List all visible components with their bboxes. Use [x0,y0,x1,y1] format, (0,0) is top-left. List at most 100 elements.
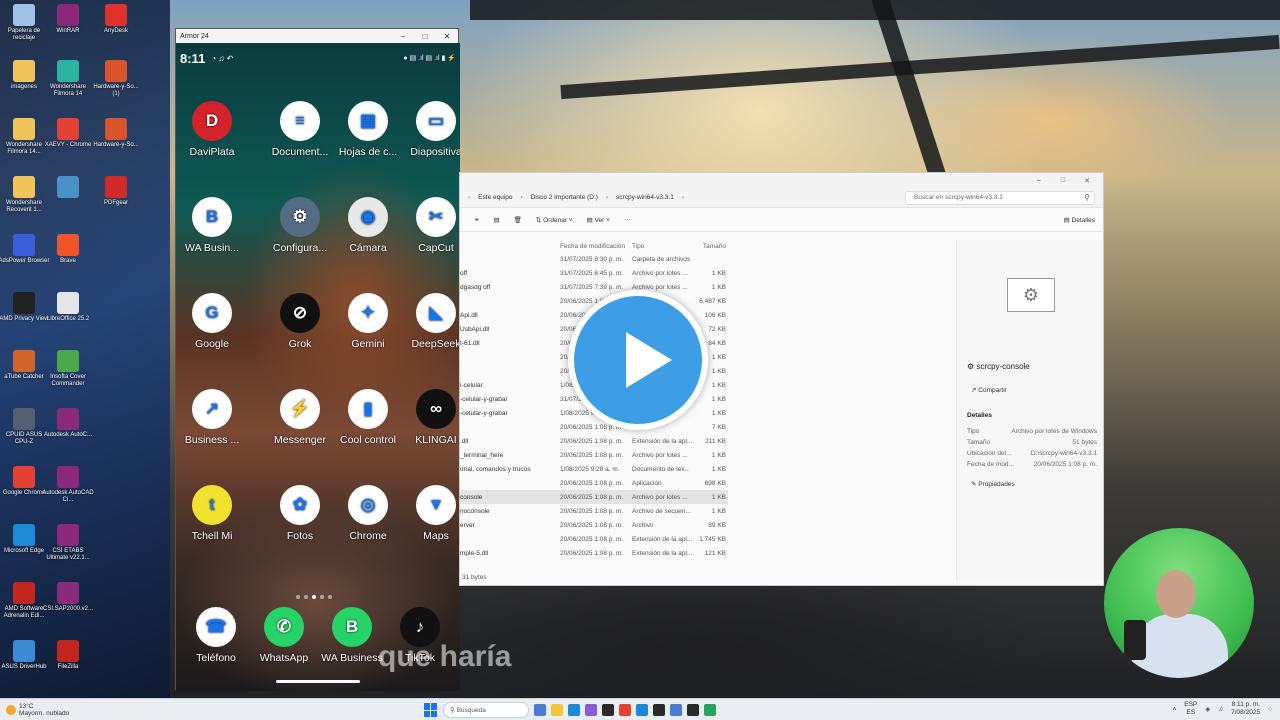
notification-bell-icon[interactable]: ○ [1268,706,1272,713]
video-play-button[interactable] [568,290,708,430]
file-row[interactable]: 20/06/2025 1:08 p. m. Aplicación 698 KB [460,476,728,490]
app-capcut[interactable]: ✂ CapCut [400,197,460,254]
app-deepseek[interactable]: ◣ DeepSeek [400,293,460,350]
app-c-mara[interactable]: ◉ Cámara [332,197,404,254]
app-document[interactable]: ≡ Document... [264,101,336,158]
file-row[interactable]: 31/07/2025 8:30 p. m. Carpeta de archivos [460,252,728,266]
taskbar-app-icon[interactable] [670,704,682,716]
taskbar-app-icon[interactable] [602,704,614,716]
taskbar-app-icon[interactable] [636,704,648,716]
desktop-icon-winrar-1[interactable]: WinRAR [42,4,94,35]
app-configura[interactable]: ⚙ Configura... [264,197,336,254]
desktop-icon-xaevy-chrome-7[interactable]: XAEVY - Chrome [42,118,94,149]
language-indicator[interactable]: ESP ES [1184,701,1197,717]
column-type-header[interactable]: Tipo [632,243,692,250]
file-row[interactable]: 20/06/2025 1:08 p. m. Extensión de la apl… [460,532,728,546]
file-explorer-window[interactable]: – □ ✕ › Este equipo › Disco 2 Importante… [459,172,1104,586]
file-row[interactable]: 20/06/2025 1:08 p. m. 7 KB [460,420,728,434]
maximize-icon[interactable]: □ [414,32,436,41]
search-input[interactable]: Buscar en scrcpy-win64-v3.3.1 ⚲ [905,190,1095,205]
desktop-icon-filezilla-27[interactable]: FileZilla [42,640,94,671]
close-icon[interactable]: ✕ [1075,177,1099,185]
app-tchell-mi[interactable]: t Tchell Mi [176,485,248,542]
close-icon[interactable]: ✕ [436,32,458,41]
phone-home-screen[interactable]: 8:11 ◔ ♫ ↶ ● ▤ .ıl ▤ .ıl ▮ ⚡ D DaviPlata ≡… [176,43,460,691]
desktop-icon-pdfgear-11[interactable]: PDFgear [90,176,142,207]
taskbar-app-icon[interactable] [687,704,699,716]
rename-icon[interactable]: ▤ [493,216,499,224]
breadcrumb-this-pc[interactable]: Este equipo [478,194,512,201]
app-cool-control[interactable]: ▮ Cool control [332,389,404,446]
desktop-icon-wondershare-filmora-14-4[interactable]: Wondershare Filmora 14 [42,60,94,98]
taskbar-clock[interactable]: 8:11 p. m. 7/08/2025 [1231,701,1260,717]
dock-app-tel-fono[interactable]: ☎ Teléfono [180,607,252,664]
desktop-icon-item-10[interactable] [42,176,94,200]
breadcrumb-drive[interactable]: Disco 2 Importante (D:) [531,194,598,201]
delete-icon[interactable]: 🗑 [514,216,522,224]
minimize-icon[interactable]: – [392,32,414,41]
windows-start-icon[interactable] [424,703,438,717]
app-daviplata[interactable]: D DaviPlata [176,101,248,158]
desktop-icon-autodesk-autoc-19[interactable]: Autodesk AutoC... [42,408,94,439]
taskbar-search[interactable]: ⚲ Búsqueda [443,702,529,718]
app-gemini[interactable]: ✦ Gemini [332,293,404,350]
explorer-titlebar[interactable]: – □ ✕ [460,173,1103,188]
taskbar-app-icon[interactable] [653,704,665,716]
file-row[interactable]: off 31/07/2025 6:45 p. m. Archivo por lote… [460,266,728,280]
file-row[interactable]: console 20/06/2025 1:08 p. m. Archivo por … [460,490,728,504]
weather-widget[interactable]: 13°C Mayorm. nublado [0,703,120,717]
desktop-icon-insofta-cover-commander-17[interactable]: Insofta Cover Commander [42,350,94,388]
file-row[interactable]: erver 20/06/2025 1:08 p. m. Archivo 89 KB [460,518,728,532]
desktop-icon-hardware-y-so-1-5[interactable]: Hardware-y-So... (1) [90,60,142,98]
taskbar-app-icon[interactable] [619,704,631,716]
file-row[interactable]: noconsole 20/06/2025 1:08 p. m. Archivo de… [460,504,728,518]
share-toolbar-icon[interactable]: ⚭ [474,216,479,224]
app-business[interactable]: ↗ Business ... [176,389,248,446]
desktop-icon-brave-13[interactable]: Brave [42,234,94,265]
desktop-icon-csi-etabs-ultimate-v22-1-23[interactable]: CSI ETABS Ultimate v22.1... [42,524,94,562]
sort-button[interactable]: ⇅ Ordenar ˅ [536,216,573,224]
wifi-icon[interactable]: ◈ [1205,705,1210,713]
phone-window-titlebar[interactable]: Armor 24 – □ ✕ [176,29,458,43]
app-grok[interactable]: ⊘ Grok [264,293,336,350]
taskbar-app-icon[interactable] [551,704,563,716]
app-klingai[interactable]: ∞ KLINGAI [400,389,460,446]
address-bar[interactable]: › Este equipo › Disco 2 Importante (D:) … [460,188,1103,208]
taskbar-app-icon[interactable] [568,704,580,716]
column-date-header[interactable]: Fecha de modificación [560,243,632,250]
more-options-button[interactable]: ··· [624,216,631,223]
properties-button[interactable]: ✎ Propiedades [971,480,1015,488]
app-diapositiva[interactable]: ▭ Diapositiva [400,101,460,158]
taskbar-app-icon[interactable] [585,704,597,716]
tray-chevron-icon[interactable]: ˄ [1172,706,1176,713]
maximize-icon[interactable]: □ [1051,177,1075,184]
app-messenger[interactable]: ⚡ Messenger [264,389,336,446]
desktop-icon-csi-sap2000-v2-25[interactable]: CSI.SAP2000.v2... [42,582,94,613]
taskbar-app-icon[interactable] [534,704,546,716]
dock-app-whatsapp[interactable]: ✆ WhatsApp [248,607,320,664]
share-button[interactable]: ↗ Compartir [971,386,1007,394]
taskbar-app-icon[interactable] [704,704,716,716]
file-row[interactable]: mple-5.dll 20/06/2025 1:08 p. m. Extensión… [460,546,728,560]
volume-icon[interactable]: ♫ [1218,706,1223,713]
column-size-header[interactable]: Tamaño [692,243,726,250]
app-hojas-de-c[interactable]: ▦ Hojas de c... [332,101,404,158]
desktop-icon-hardware-y-so-8[interactable]: Hardware-y-So... [90,118,142,149]
home-gesture-bar[interactable] [276,680,360,683]
details-pane-button[interactable]: ▤ Detalles [1064,216,1095,224]
app-google[interactable]: G Google [176,293,248,350]
file-row[interactable]: .dll 20/06/2025 1:08 p. m. Extensión de la… [460,434,728,448]
app-wa-busin[interactable]: B WA Busin... [176,197,248,254]
file-row[interactable]: _terminal_here 20/06/2025 1:08 p. m. Archi… [460,448,728,462]
file-row[interactable]: dgasdg off 31/07/2025 7:39 p. m. Archivo p… [460,280,728,294]
view-button[interactable]: ▤ Ver ˅ [587,216,610,224]
desktop-icon-libreoffice-25-2-15[interactable]: LibreOffice 25.2 [42,292,94,323]
desktop-icon-anydesk-2[interactable]: AnyDesk [90,4,142,35]
file-row[interactable]: orial, comandos y trucos 1/08/2025 9:28 a… [460,462,728,476]
app-maps[interactable]: ▼ Maps [400,485,460,542]
breadcrumb-folder[interactable]: scrcpy-win64-v3.3.1 [616,194,674,201]
phone-mirror-window[interactable]: Armor 24 – □ ✕ 8:11 ◔ ♫ ↶ ● ▤ .ıl ▤ .ıl … [175,28,460,691]
desktop-icon-autodesk-autocad-ci-21[interactable]: Autodesk AutoCAD Ci... [42,466,94,504]
minimize-icon[interactable]: – [1027,177,1051,184]
app-fotos[interactable]: ✿ Fotos [264,485,336,542]
